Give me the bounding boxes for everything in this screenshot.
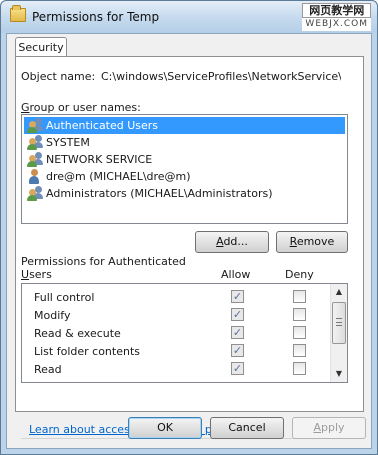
user-name: SYSTEM [46, 136, 90, 149]
user-name: Administrators (MICHAEL\Administrators) [46, 187, 273, 200]
permissions-label-line2: Users [21, 268, 52, 281]
object-name-value: C:\windows\ServiceProfiles\NetworkServic… [101, 70, 341, 83]
user-name: NETWORK SERVICE [46, 153, 153, 166]
tab-security[interactable]: Security [15, 37, 67, 57]
ok-button[interactable]: OK [128, 417, 202, 439]
allow-checkbox[interactable]: ✓ [231, 290, 244, 303]
user-list-item[interactable]: SYSTEM [24, 134, 345, 151]
folder-icon [10, 5, 26, 22]
remove-button[interactable]: Remove [276, 231, 348, 253]
permission-row: Full control ✓ [22, 288, 327, 306]
apply-button[interactable]: Apply [292, 417, 366, 439]
add-button[interactable]: Add... [195, 231, 269, 253]
group-or-user-names-label: Group or user names: [21, 101, 141, 114]
deny-checkbox[interactable] [293, 308, 306, 321]
group-icon [27, 186, 43, 201]
permissions-dialog: Permissions for Temp 网页教学网 WEBJX.COM Sec… [0, 0, 378, 455]
allow-column-header: Allow [221, 268, 251, 281]
group-icon [27, 152, 43, 167]
group-icon [27, 118, 43, 133]
watermark: 网页教学网 WEBJX.COM [302, 3, 371, 31]
allow-checkbox[interactable]: ✓ [231, 344, 244, 357]
user-icon [27, 169, 43, 184]
permission-row: Modify ✓ [22, 306, 327, 324]
permissions-label-line1: Permissions for Authenticated [21, 255, 186, 268]
cancel-button[interactable]: Cancel [210, 417, 284, 439]
object-name-label: Object name: [21, 70, 96, 83]
deny-checkbox[interactable] [293, 290, 306, 303]
scrollbar-thumb[interactable] [332, 302, 346, 344]
permission-row: Read ✓ [22, 360, 327, 378]
group-label-rest: roup or user names: [29, 101, 141, 114]
user-list-item[interactable]: Authenticated Users [24, 117, 345, 134]
permission-name: Modify [34, 309, 71, 322]
user-name: dre@m (MICHAEL\dre@m) [46, 170, 191, 183]
watermark-line1: 网页教学网 [302, 3, 371, 18]
permission-name: Read & execute [34, 327, 121, 340]
user-list-item[interactable]: dre@m (MICHAEL\dre@m) [24, 168, 345, 185]
watermark-line2: WEBJX.COM [302, 18, 371, 31]
deny-column-header: Deny [285, 268, 314, 281]
permission-name: List folder contents [34, 345, 140, 358]
user-name: Authenticated Users [46, 119, 159, 132]
permissions-label: Permissions for Authenticated Users [21, 255, 186, 281]
dialog-client-area: Security Object name: C:\windows\Service… [6, 33, 372, 449]
permission-name: Read [34, 363, 62, 376]
group-icon [27, 135, 43, 150]
permissions-scrollbar[interactable]: ▲ ▼ [330, 284, 347, 382]
permission-row: Read & execute ✓ [22, 324, 327, 342]
permission-row: List folder contents ✓ [22, 342, 327, 360]
deny-checkbox[interactable] [293, 344, 306, 357]
scroll-down-icon[interactable]: ▼ [331, 366, 347, 382]
group-label-accel: G [21, 101, 30, 114]
scroll-up-icon[interactable]: ▲ [331, 284, 347, 300]
user-list-item[interactable]: Administrators (MICHAEL\Administrators) [24, 185, 345, 202]
title-bar[interactable]: Permissions for Temp 网页教学网 WEBJX.COM [1, 1, 377, 33]
permissions-list: Full control ✓ Modify ✓ Read & execute ✓… [21, 283, 348, 383]
deny-checkbox[interactable] [293, 362, 306, 375]
allow-checkbox[interactable]: ✓ [231, 362, 244, 375]
user-list-item[interactable]: NETWORK SERVICE [24, 151, 345, 168]
window-title: Permissions for Temp [32, 10, 160, 24]
permission-name: Full control [34, 291, 95, 304]
deny-checkbox[interactable] [293, 326, 306, 339]
allow-checkbox[interactable]: ✓ [231, 308, 244, 321]
user-list[interactable]: Authenticated Users SYSTEM NETWORK SERVI… [21, 114, 348, 224]
allow-checkbox[interactable]: ✓ [231, 326, 244, 339]
